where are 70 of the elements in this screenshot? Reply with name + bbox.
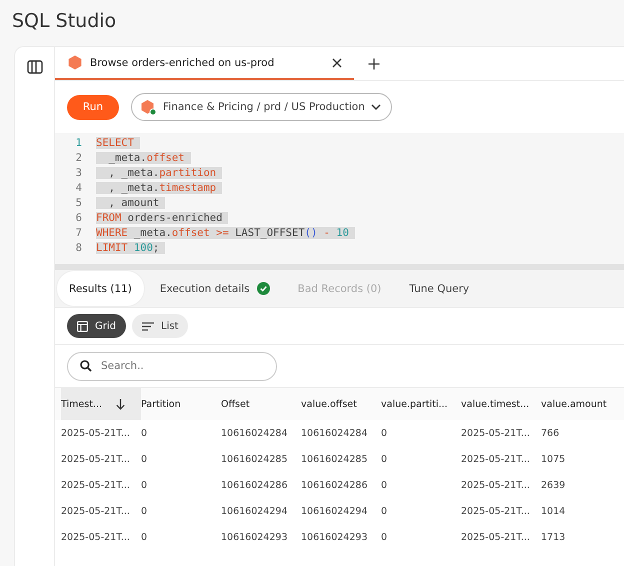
view-toggle-button[interactable]: List	[132, 314, 188, 338]
table-cell-text: 1713	[541, 532, 566, 542]
table-cell-text: 0	[381, 506, 388, 516]
query-tab[interactable]: Browse orders-enriched on us-prod	[55, 47, 354, 80]
add-tab-icon[interactable]	[368, 58, 380, 70]
table-cell-text: 0	[141, 506, 148, 516]
table-cell-text: 1075	[541, 454, 566, 464]
line-number: 1	[74, 136, 83, 148]
table-cell-text: 10616024294	[221, 506, 288, 516]
table-cell-text: 0	[141, 454, 148, 464]
table-cell-text: 0	[141, 428, 148, 438]
table-cell-text: 10616024284	[301, 428, 368, 438]
app-title: SQL Studio	[11, 9, 118, 34]
search-input[interactable]: Search..	[99, 359, 263, 373]
table-cell-text: 10616024293	[301, 532, 368, 542]
search-field[interactable]: Search..	[67, 352, 277, 380]
table-cell-text: 766	[541, 428, 560, 438]
table-cell-text: 10616024285	[221, 454, 288, 464]
tab-label: Browse orders-enriched on us-prod	[90, 56, 274, 68]
column-header[interactable]: value.amount	[541, 388, 621, 420]
list-icon	[142, 322, 154, 330]
close-icon[interactable]	[332, 58, 342, 68]
table-cell-text: 2025-05-21T...	[61, 454, 131, 464]
table-cell-text: 2025-05-21T...	[61, 506, 131, 516]
table-cell-text: 2025-05-21T...	[461, 428, 531, 438]
table-cell-text: 10616024293	[221, 532, 288, 542]
table-cell-text: 2025-05-21T...	[61, 480, 131, 490]
line-number: 7	[74, 226, 83, 238]
table-cell-text: 2025-05-21T...	[61, 428, 131, 438]
line-number: 3	[74, 166, 83, 178]
line-number: 5	[74, 196, 83, 208]
column-header[interactable]: value.partiti...	[381, 388, 461, 420]
table-cell-text: 0	[141, 532, 148, 542]
table-icon	[77, 320, 88, 332]
view-toggle-button[interactable]: Grid	[67, 314, 126, 338]
table-cell-text: 10616024286	[301, 480, 368, 490]
results-tab[interactable]: Results (11)	[57, 271, 144, 306]
results-tab[interactable]: Execution details	[148, 271, 282, 306]
table-cell-text: 0	[381, 532, 388, 542]
connection-dropdown[interactable]: Finance & Pricing / prd / US Production	[131, 93, 392, 121]
table-cell-text: 10616024286	[221, 480, 288, 490]
table-cell-text: 10616024294	[301, 506, 368, 516]
column-header[interactable]: value.timest...	[461, 388, 541, 420]
table-cell-text: 2025-05-21T...	[461, 532, 531, 542]
search-icon	[80, 360, 92, 372]
table-cell-text: 2025-05-21T...	[461, 480, 531, 490]
chevron-down-icon	[370, 104, 381, 110]
results-tab[interactable]: Tune Query	[397, 271, 482, 306]
column-header[interactable]: Offset	[221, 388, 301, 420]
table-cell-text: 0	[381, 428, 388, 438]
table-cell-text: 2025-05-21T...	[461, 506, 531, 516]
line-number: 4	[74, 182, 83, 194]
table-cell-text: 0	[381, 480, 388, 490]
table-cell-text: 0	[381, 454, 388, 464]
table-cell-text: 10616024285	[301, 454, 368, 464]
table-cell-text: 10616024284	[221, 428, 288, 438]
column-header[interactable]: Timest...	[61, 388, 141, 420]
hexagon-icon	[68, 55, 82, 70]
table-cell-text: 2025-05-21T...	[61, 532, 131, 542]
line-number: 8	[74, 242, 83, 254]
sort-down-arrow-icon	[116, 398, 125, 410]
line-number: 2	[74, 152, 83, 164]
line-number: 6	[74, 212, 83, 224]
panel-columns-icon[interactable]	[26, 60, 42, 74]
table-cell-text: 0	[141, 480, 148, 490]
column-header[interactable]: Partition	[141, 388, 221, 420]
table-cell-text: 2025-05-21T...	[461, 454, 531, 464]
table-cell-text: 2639	[541, 480, 566, 490]
column-header[interactable]: value.offset	[301, 388, 381, 420]
table-cell-text: 1014	[541, 506, 566, 516]
